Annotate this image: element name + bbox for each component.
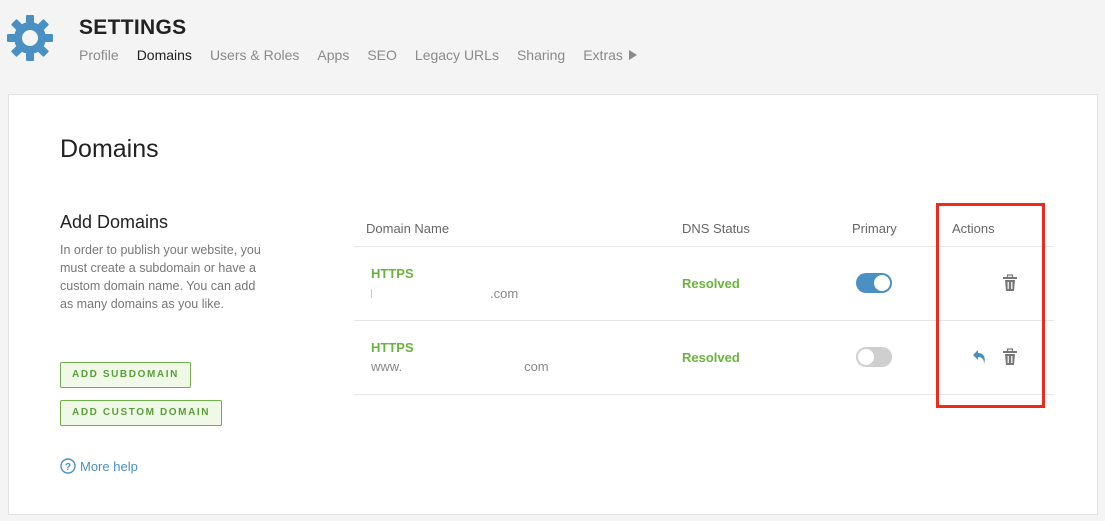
caret-right-icon xyxy=(628,50,637,61)
tab-extras[interactable]: Extras xyxy=(583,47,637,63)
row-1-dns-status: Resolved xyxy=(682,276,740,291)
gear-icon xyxy=(7,15,53,61)
header-dns-status: DNS Status xyxy=(682,221,750,236)
row-2-primary-toggle[interactable] xyxy=(856,347,892,367)
row-1-primary-toggle[interactable] xyxy=(856,273,892,293)
row-2-dns-status: Resolved xyxy=(682,350,740,365)
settings-header: SETTINGS Profile Domains Users & Roles A… xyxy=(0,0,1105,94)
toggle-knob xyxy=(874,275,890,291)
app-title: SETTINGS xyxy=(79,16,187,39)
header-domain-name: Domain Name xyxy=(366,221,450,236)
tab-apps[interactable]: Apps xyxy=(317,47,349,63)
row-1-protocol: HTTPS xyxy=(371,266,414,281)
domains-panel: Domains Add Domains In order to publish … xyxy=(8,94,1098,515)
row-2-domain-suffix: com xyxy=(524,359,549,374)
add-custom-domain-button[interactable]: ADD CUSTOM DOMAIN xyxy=(60,400,223,426)
tab-extras-label: Extras xyxy=(583,47,623,63)
add-subdomain-button[interactable]: ADD SUBDOMAIN xyxy=(60,362,191,388)
settings-nav: Profile Domains Users & Roles Apps SEO L… xyxy=(79,47,637,63)
row-2-protocol: HTTPS xyxy=(371,340,414,355)
redaction-mark xyxy=(371,289,372,298)
tab-seo[interactable]: SEO xyxy=(367,47,397,63)
tab-profile[interactable]: Profile xyxy=(79,47,119,63)
page-title: Domains xyxy=(60,135,159,163)
tab-domains[interactable]: Domains xyxy=(137,47,192,63)
add-domains-description: In order to publish your website, you mu… xyxy=(60,243,261,311)
row-1-domain-suffix: .com xyxy=(490,286,519,301)
add-domains-title: Add Domains xyxy=(60,212,169,232)
row-1-domain[interactable]: .com xyxy=(371,286,518,301)
header-primary: Primary xyxy=(852,221,897,236)
tab-legacy-urls[interactable]: Legacy URLs xyxy=(415,47,499,63)
row-2-domain-prefix: www. xyxy=(371,359,403,374)
more-help-label: More help xyxy=(80,458,138,474)
toggle-knob xyxy=(858,349,874,365)
tab-users-roles[interactable]: Users & Roles xyxy=(210,47,299,63)
row-2-domain[interactable]: www. com xyxy=(371,359,549,374)
help-circle-icon: ? xyxy=(60,458,76,474)
svg-text:?: ? xyxy=(65,462,71,473)
tab-sharing[interactable]: Sharing xyxy=(517,47,565,63)
more-help-link[interactable]: ? More help xyxy=(60,458,138,474)
actions-highlight-box xyxy=(936,203,1045,408)
